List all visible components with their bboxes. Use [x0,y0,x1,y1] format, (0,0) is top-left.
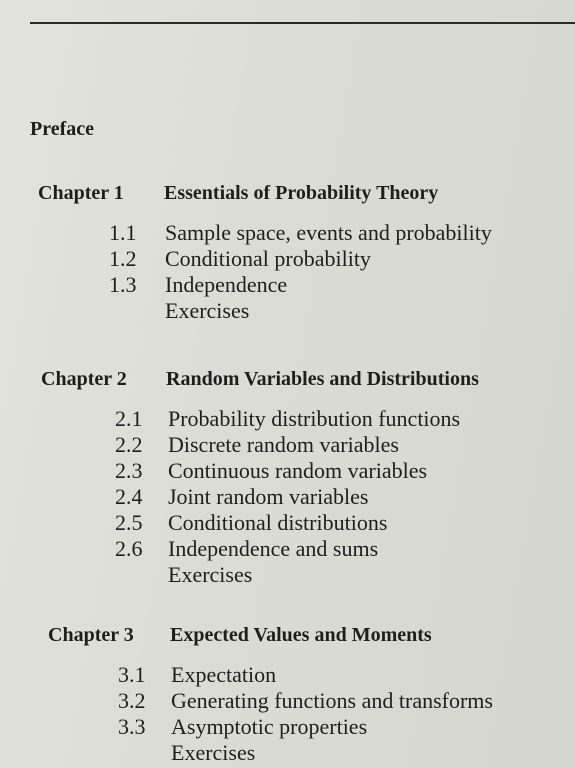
section-title: Exercises [168,562,253,587]
section-number: 1.3 [109,272,137,297]
section-title: Exercises [165,298,250,323]
section-title: Continuous random variables [168,458,428,483]
section-number: 2.2 [115,432,143,457]
section-row: 1.2 Conditional probability [0,246,575,272]
chapter-1: Chapter 1 Essentials of Probability Theo… [0,182,575,324]
top-rule [30,22,575,24]
chapter-heading: Chapter 2 Random Variables and Distribut… [0,368,575,398]
section-row: 2.4 Joint random variables [0,484,575,510]
section-title: Sample space, events and probability [165,220,492,245]
section-title: Conditional probability [165,246,371,271]
section-number: 3.3 [118,714,146,739]
section-row: 3.2 Generating functions and transforms [0,688,575,714]
section-title: Generating functions and transforms [171,688,493,713]
section-row: 3.3 Asymptotic properties [0,714,575,740]
chapter-title: Expected Values and Moments [170,624,432,646]
section-row: 1.3 Independence [0,272,575,298]
section-number: 2.3 [115,458,143,483]
section-row: 2.6 Independence and sums [0,536,575,562]
section-number: 2.1 [115,406,143,431]
section-title: Probability distribution functions [168,406,461,431]
section-number: 1.2 [109,246,137,271]
section-number: 2.5 [115,510,143,535]
section-row: 2.1 Probability distribution functions [0,406,575,432]
section-title: Joint random variables [168,484,369,509]
section-row: 3.1 Expectation [0,662,575,688]
chapter-heading: Chapter 3 Expected Values and Moments [0,624,575,654]
chapter-title: Random Variables and Distributions [166,368,479,390]
section-row: 2.3 Continuous random variables [0,458,575,484]
section-title: Asymptotic properties [171,714,368,739]
section-title: Exercises [171,740,256,765]
section-title: Conditional distributions [168,510,388,535]
chapter-label: Chapter 1 [38,182,124,204]
section-title: Independence [165,272,288,297]
section-row: 2.2 Discrete random variables [0,432,575,458]
section-number: 3.2 [118,688,146,713]
section-title: Expectation [171,662,277,687]
preface-heading: Preface [30,118,95,140]
section-row: 1.1 Sample space, events and probability [0,220,575,246]
chapter-2: Chapter 2 Random Variables and Distribut… [0,368,575,588]
section-title: Independence and sums [168,536,379,561]
chapter-label: Chapter 3 [48,624,134,646]
chapter-title: Essentials of Probability Theory [164,182,439,204]
section-number: 2.4 [115,484,143,509]
section-row: Exercises [0,740,575,766]
section-number: 2.6 [115,536,143,561]
section-row: Exercises [0,562,575,588]
section-number: 3.1 [118,662,146,687]
chapter-label: Chapter 2 [41,368,127,390]
chapter-heading: Chapter 1 Essentials of Probability Theo… [0,182,575,212]
section-title: Discrete random variables [168,432,399,457]
book-page: Preface Chapter 1 Essentials of Probabil… [0,0,575,768]
chapter-3: Chapter 3 Expected Values and Moments 3.… [0,624,575,766]
section-number: 1.1 [109,220,137,245]
section-row: 2.5 Conditional distributions [0,510,575,536]
section-row: Exercises [0,298,575,324]
